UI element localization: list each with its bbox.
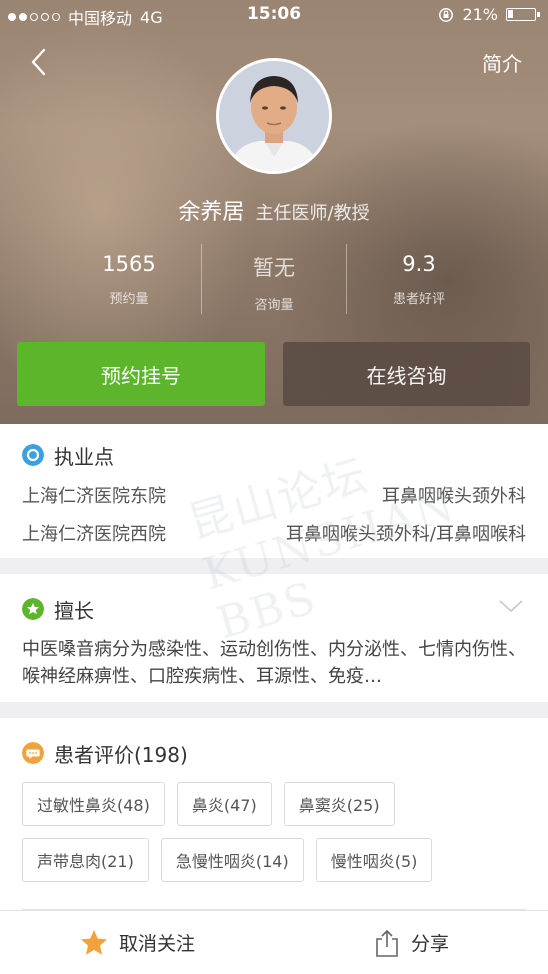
- doctor-avatar: [216, 58, 332, 174]
- review-tag[interactable]: 慢性咽炎(5): [315, 838, 433, 882]
- bottom-action-bar: 取消关注 分享: [0, 910, 548, 974]
- share-button[interactable]: 分享: [274, 911, 548, 974]
- rotation-lock-icon: [439, 7, 454, 22]
- specialty-text: 中医嗓音病分为感染性、运动创伤性、内分泌性、七情内伤性、喉神经麻痹性、口腔疾病性…: [22, 639, 526, 687]
- hospital-name: 上海仁济医院西院: [22, 524, 166, 545]
- star-icon: [80, 929, 107, 955]
- location-row[interactable]: 上海仁济医院西院 耳鼻咽喉头颈外科/耳鼻咽喉科: [0, 520, 548, 546]
- stat-consultations: 暂无 咨询量: [201, 244, 346, 314]
- battery-percent: 21%: [462, 5, 498, 24]
- intro-button[interactable]: 简介: [482, 48, 522, 77]
- battery-icon: [506, 8, 540, 21]
- review-tag[interactable]: 声带息肉(21): [22, 838, 149, 882]
- status-bar: 中国移动 4G 15:06 21%: [0, 0, 548, 30]
- review-tag[interactable]: 鼻炎(47): [176, 782, 272, 826]
- stat-value: 9.3: [402, 252, 436, 276]
- section-title: 擅长: [54, 598, 94, 623]
- practice-locations-card: 执业点 上海仁济医院东院 耳鼻咽喉头颈外科 上海仁济医院西院 耳鼻咽喉头颈外科/…: [0, 424, 548, 558]
- reviews-card: 患者评价(198) 过敏性鼻炎(48) 鼻炎(47) 鼻窦炎(25) 声带息肉(…: [0, 718, 548, 910]
- back-button[interactable]: [24, 44, 60, 80]
- stat-value: 暂无: [253, 256, 295, 280]
- doctor-name: 余养居: [178, 200, 245, 225]
- online-consult-button[interactable]: 在线咨询: [283, 342, 530, 406]
- stat-appointments: 1565 预约量: [57, 244, 201, 314]
- book-appointment-button[interactable]: 预约挂号: [17, 342, 265, 406]
- review-tag[interactable]: 过敏性鼻炎(48): [22, 782, 165, 826]
- review-tags: 过敏性鼻炎(48) 鼻炎(47) 鼻窦炎(25) 声带息肉(21) 急慢性咽炎(…: [0, 782, 548, 882]
- chevron-down-icon[interactable]: [498, 598, 524, 614]
- stat-label: 咨询量: [254, 298, 294, 313]
- stat-label: 预约量: [109, 292, 149, 307]
- specialty-card: 擅长 中医嗓音病分为感染性、运动创伤性、内分泌性、七情内伤性、喉神经麻痹性、口腔…: [0, 574, 548, 702]
- stat-value: 1565: [102, 252, 156, 276]
- share-icon: [376, 929, 398, 957]
- unfollow-button[interactable]: 取消关注: [0, 911, 274, 974]
- share-label: 分享: [410, 933, 449, 955]
- section-title: 执业点: [54, 444, 114, 469]
- review-tag[interactable]: 鼻窦炎(25): [283, 782, 395, 826]
- stat-rating: 9.3 患者好评: [346, 244, 491, 314]
- department-name: 耳鼻咽喉头颈外科/耳鼻咽喉科: [285, 524, 526, 545]
- doctor-name-row: 余养居 主任医师/教授: [0, 194, 548, 226]
- section-title: 患者评价(198): [54, 742, 188, 767]
- stats-bar: 1565 预约量 暂无 咨询量 9.3 患者好评: [57, 244, 491, 314]
- doctor-title: 主任医师/教授: [255, 203, 370, 224]
- location-row[interactable]: 上海仁济医院东院 耳鼻咽喉头颈外科: [0, 482, 548, 508]
- department-name: 耳鼻咽喉头颈外科: [382, 486, 526, 507]
- unfollow-label: 取消关注: [118, 933, 195, 955]
- stat-label: 患者好评: [392, 292, 445, 307]
- review-tag[interactable]: 急慢性咽炎(14): [160, 838, 304, 882]
- hospital-name: 上海仁济医院东院: [22, 486, 166, 507]
- comment-icon: [22, 742, 44, 764]
- location-icon: [22, 444, 44, 466]
- chevron-left-icon: [31, 48, 46, 76]
- star-badge-icon: [22, 598, 44, 620]
